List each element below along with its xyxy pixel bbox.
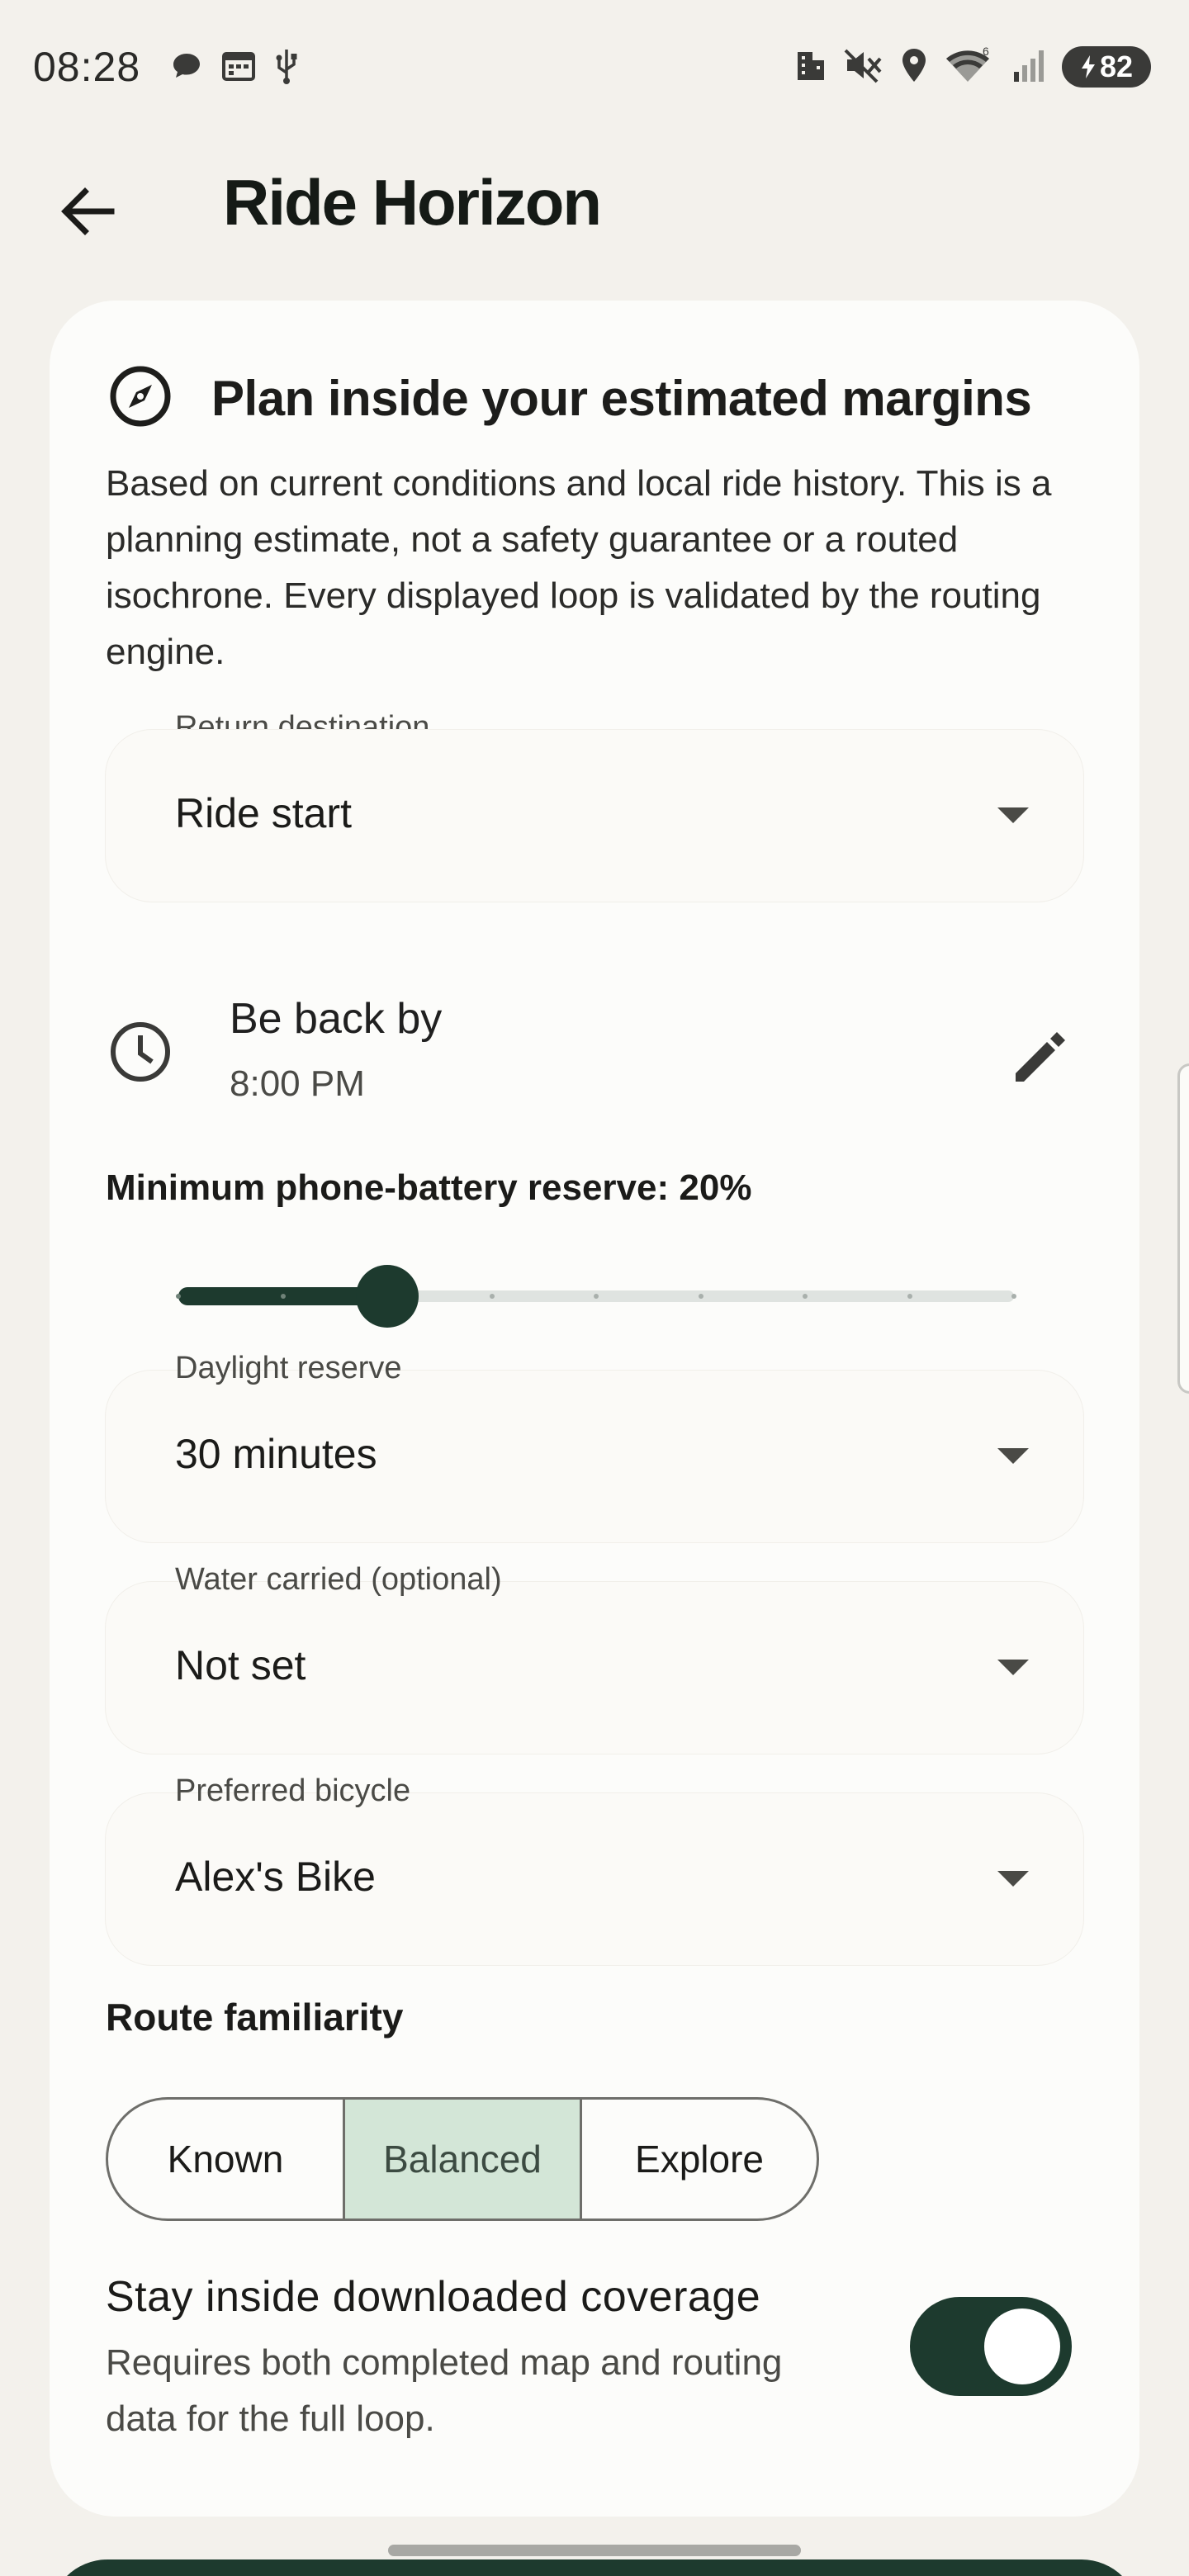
building-icon [794, 47, 827, 88]
bottom-action-button[interactable] [50, 2559, 1139, 2576]
app-bar: Ride Horizon [0, 132, 1189, 272]
slider-tick [698, 1294, 703, 1299]
status-right-icons: 6 82 [794, 45, 1151, 88]
daylight-reserve-dropdown[interactable]: 30 minutes [106, 1371, 1083, 1542]
slider-thumb[interactable] [356, 1265, 419, 1328]
be-back-value: 8:00 PM [230, 1063, 365, 1104]
preferred-bicycle-dropdown[interactable]: Alex's Bike [106, 1793, 1083, 1965]
status-time: 08:28 [33, 44, 141, 90]
mute-icon [844, 47, 883, 88]
chevron-down-icon [997, 1871, 1029, 1887]
slider-tick [1011, 1294, 1016, 1299]
signal-icon [1012, 47, 1045, 88]
battery-reserve-slider[interactable] [176, 1265, 1016, 1328]
clock-icon [107, 1019, 173, 1089]
slider-tick [803, 1294, 808, 1299]
water-carried-value: Not set [175, 1642, 306, 1688]
be-back-title: Be back by [230, 995, 443, 1043]
card-description: Based on current conditions and local ri… [106, 463, 1052, 672]
return-destination-value: Ride start [175, 790, 352, 836]
segment-explore[interactable]: Explore [582, 2100, 817, 2218]
battery-reserve-label: Minimum phone-battery reserve: 20% [106, 1167, 752, 1208]
preferred-bicycle-label: Preferred bicycle [175, 1773, 411, 1808]
water-carried-label: Water carried (optional) [175, 1562, 502, 1597]
route-familiarity-segmented-control: Known Balanced Explore [106, 2097, 819, 2221]
chevron-down-icon [997, 807, 1029, 823]
return-destination-dropdown[interactable]: Ride start [106, 730, 1083, 902]
page-title: Ride Horizon [223, 166, 602, 239]
slider-tick [176, 1294, 181, 1299]
calendar-icon [221, 50, 256, 87]
route-familiarity-title: Route familiarity [106, 1996, 404, 2039]
slider-tick [907, 1294, 912, 1299]
toggle-knob [984, 2308, 1060, 2384]
compass-icon [107, 363, 173, 433]
edit-time-button[interactable] [999, 1016, 1082, 1098]
slider-tick [489, 1294, 495, 1299]
coverage-toggle-description: Requires both completed map and routing … [106, 2342, 783, 2439]
wifi-icon: 6 [945, 45, 996, 88]
coverage-toggle-title: Stay inside downloaded coverage [106, 2273, 761, 2321]
pencil-icon [1016, 1032, 1065, 1082]
water-carried-dropdown[interactable]: Not set [106, 1582, 1083, 1754]
status-left-icons [170, 48, 299, 88]
segment-balanced[interactable]: Balanced [345, 2100, 582, 2218]
location-icon [900, 47, 928, 88]
chevron-down-icon [997, 1660, 1029, 1675]
usb-icon [274, 48, 299, 88]
home-indicator[interactable] [388, 2545, 801, 2556]
slider-tick [594, 1294, 599, 1299]
slider-tick [280, 1294, 286, 1299]
arrow-back-icon [61, 187, 115, 235]
daylight-reserve-label: Daylight reserve [175, 1351, 402, 1385]
chevron-down-icon [997, 1448, 1029, 1464]
scrollbar[interactable] [1177, 1063, 1189, 1394]
coverage-toggle-switch[interactable] [910, 2297, 1072, 2396]
card-title: Plan inside your estimated margins [211, 371, 1032, 426]
chat-bubble-icon [170, 50, 203, 87]
card-header: Plan inside your estimated margins [107, 363, 1032, 433]
battery-percent: 82 [1099, 50, 1134, 83]
planning-card: Plan inside your estimated margins Based… [50, 301, 1139, 2517]
daylight-reserve-value: 30 minutes [175, 1431, 377, 1477]
battery-charging-icon: 82 [1062, 46, 1151, 88]
status-bar: 08:28 6 82 [0, 0, 1189, 132]
preferred-bicycle-value: Alex's Bike [175, 1854, 376, 1900]
back-button[interactable] [46, 170, 129, 253]
svg-text:6: 6 [983, 47, 989, 58]
segment-known[interactable]: Known [108, 2100, 345, 2218]
